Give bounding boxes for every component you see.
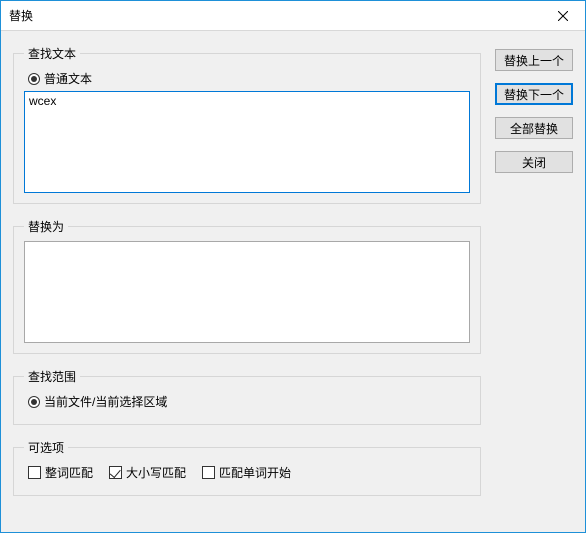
window-close-button[interactable] — [541, 1, 585, 30]
replace-next-label: 替换下一个 — [504, 86, 564, 103]
close-icon — [558, 11, 568, 21]
case-sensitive-label: 大小写匹配 — [126, 464, 186, 481]
scope-row: 当前文件/当前选择区域 — [24, 391, 470, 414]
replace-with-legend: 替换为 — [24, 218, 68, 235]
options-legend: 可选项 — [24, 439, 68, 456]
plain-text-radio[interactable]: 普通文本 — [28, 70, 92, 87]
search-scope-legend: 查找范围 — [24, 368, 80, 385]
find-text-group: 查找文本 普通文本 wcex — [13, 45, 481, 204]
window-title: 替换 — [9, 7, 33, 24]
find-text-input[interactable]: wcex — [24, 91, 470, 193]
replace-all-button[interactable]: 全部替换 — [495, 117, 573, 139]
replace-with-group: 替换为 — [13, 218, 481, 354]
radio-checked-icon — [28, 396, 40, 408]
replace-prev-button[interactable]: 替换上一个 — [495, 49, 573, 71]
current-file-radio-label: 当前文件/当前选择区域 — [44, 393, 167, 410]
replace-all-label: 全部替换 — [510, 120, 558, 137]
find-text-legend: 查找文本 — [24, 45, 80, 62]
checkbox-checked-icon — [109, 466, 122, 479]
checkbox-unchecked-icon — [28, 466, 41, 479]
whole-word-checkbox[interactable]: 整词匹配 — [28, 464, 93, 481]
whole-word-label: 整词匹配 — [45, 464, 93, 481]
replace-prev-label: 替换上一个 — [504, 52, 564, 69]
case-sensitive-checkbox[interactable]: 大小写匹配 — [109, 464, 186, 481]
word-start-label: 匹配单词开始 — [219, 464, 291, 481]
current-file-radio[interactable]: 当前文件/当前选择区域 — [28, 393, 167, 410]
replace-next-button[interactable]: 替换下一个 — [495, 83, 573, 105]
plain-text-radio-label: 普通文本 — [44, 70, 92, 87]
options-group: 可选项 整词匹配 大小写匹配 匹配单词开始 — [13, 439, 481, 496]
button-column: 替换上一个 替换下一个 全部替换 关闭 — [495, 45, 573, 520]
find-mode-row: 普通文本 — [24, 68, 470, 91]
replace-dialog: 替换 查找文本 普通文本 wcex 替换为 — [0, 0, 586, 533]
word-start-checkbox[interactable]: 匹配单词开始 — [202, 464, 291, 481]
client-area: 查找文本 普通文本 wcex 替换为 查找范围 当前文 — [1, 31, 585, 532]
close-label: 关闭 — [522, 154, 546, 171]
search-scope-group: 查找范围 当前文件/当前选择区域 — [13, 368, 481, 425]
replace-text-input[interactable] — [24, 241, 470, 343]
main-column: 查找文本 普通文本 wcex 替换为 查找范围 当前文 — [13, 45, 481, 520]
radio-checked-icon — [28, 73, 40, 85]
options-row: 整词匹配 大小写匹配 匹配单词开始 — [24, 462, 470, 485]
titlebar: 替换 — [1, 1, 585, 31]
checkbox-unchecked-icon — [202, 466, 215, 479]
close-button[interactable]: 关闭 — [495, 151, 573, 173]
